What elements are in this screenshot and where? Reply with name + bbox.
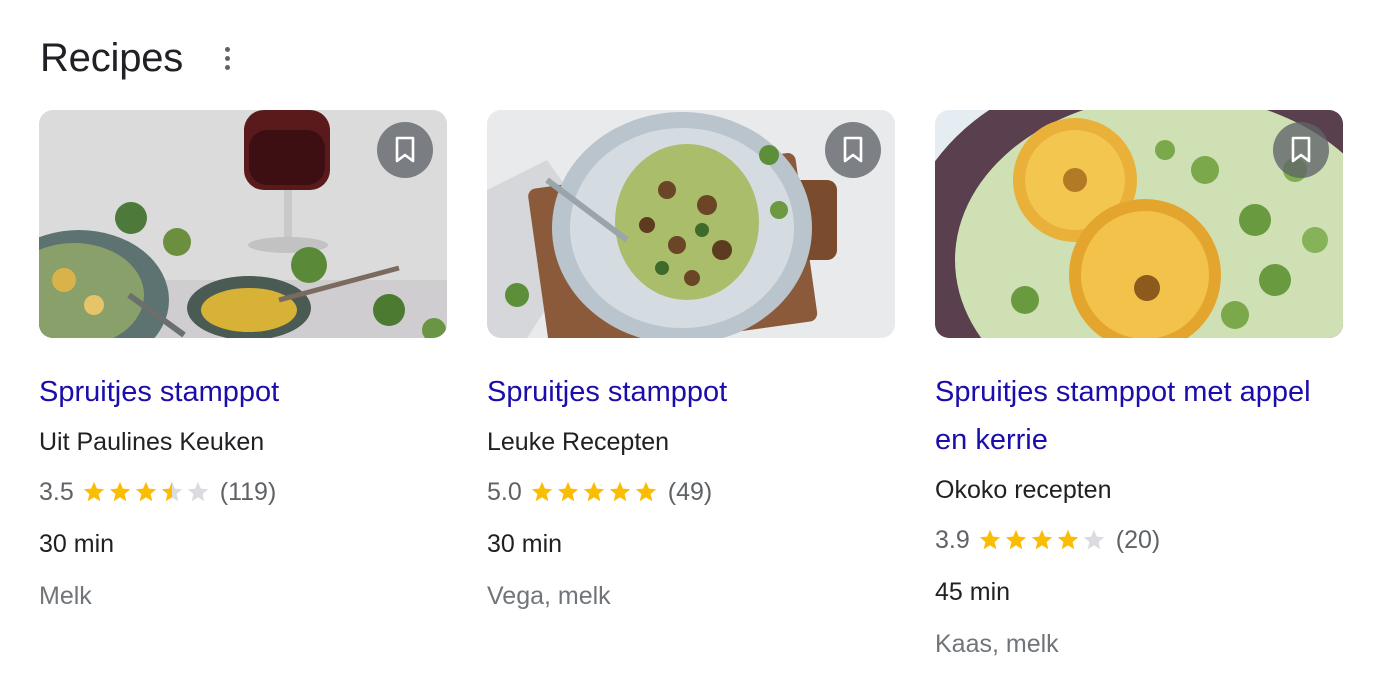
recipe-image[interactable]	[39, 110, 447, 338]
star-icon	[1083, 529, 1104, 550]
star-icon	[187, 481, 208, 502]
star-icon	[531, 481, 552, 502]
rating-value: 3.5	[39, 478, 74, 506]
rating-value: 5.0	[487, 478, 522, 506]
bookmark-button[interactable]	[825, 122, 881, 178]
review-count: (49)	[667, 478, 713, 506]
star-icon	[583, 481, 604, 502]
recipe-source: Leuke Recepten	[487, 428, 670, 456]
recipe-image[interactable]	[487, 110, 895, 338]
star-icon	[83, 481, 104, 502]
recipe-title-link[interactable]: Spruitjes stamppot	[487, 368, 895, 416]
bookmark-icon	[395, 136, 415, 163]
recipe-source: Okoko recepten	[935, 476, 1112, 504]
section-header: Recipes	[40, 32, 237, 84]
recipe-image[interactable]	[935, 110, 1343, 338]
star-icon	[557, 481, 578, 502]
more-vert-icon[interactable]	[217, 38, 237, 78]
section-title: Recipes	[40, 35, 184, 80]
star-icon	[135, 481, 156, 502]
recipe-ingredients: Melk	[39, 582, 92, 610]
review-count: (20)	[1115, 526, 1161, 554]
recipe-source: Uit Paulines Keuken	[39, 428, 265, 456]
star-icon	[109, 481, 130, 502]
recipe-card[interactable]: Spruitjes stamppot met appel en kerrie O…	[935, 110, 1343, 664]
star-icon	[635, 481, 656, 502]
recipe-rating: 3.5 (119)	[39, 472, 447, 512]
recipe-card[interactable]: Spruitjes stamppot Leuke Recepten 5.0 (4…	[487, 110, 895, 616]
bookmark-button[interactable]	[1273, 122, 1329, 178]
star-icon	[161, 481, 182, 502]
recipe-title-link[interactable]: Spruitjes stamppot met appel en kerrie	[935, 368, 1343, 464]
star-icon	[1005, 529, 1026, 550]
recipe-time: 30 min	[487, 530, 563, 558]
bookmark-icon	[843, 136, 863, 163]
recipe-ingredients: Vega, melk	[487, 582, 611, 610]
bookmark-button[interactable]	[377, 122, 433, 178]
bookmark-icon	[1291, 136, 1311, 163]
rating-value: 3.9	[935, 526, 970, 554]
star-icon	[1057, 529, 1078, 550]
recipe-card[interactable]: Spruitjes stamppot Uit Paulines Keuken 3…	[39, 110, 447, 616]
recipe-rating: 3.9 (20)	[935, 520, 1343, 560]
star-rating	[978, 528, 1108, 552]
star-icon	[1031, 529, 1052, 550]
star-icon	[609, 481, 630, 502]
recipe-rating: 5.0 (49)	[487, 472, 895, 512]
star-rating	[82, 480, 212, 504]
star-icon	[979, 529, 1000, 550]
recipe-ingredients: Kaas, melk	[935, 630, 1059, 658]
recipe-title-link[interactable]: Spruitjes stamppot	[39, 368, 447, 416]
review-count: (119)	[219, 478, 277, 506]
recipe-time: 30 min	[39, 530, 115, 558]
star-rating	[530, 480, 660, 504]
recipe-time: 45 min	[935, 578, 1011, 606]
